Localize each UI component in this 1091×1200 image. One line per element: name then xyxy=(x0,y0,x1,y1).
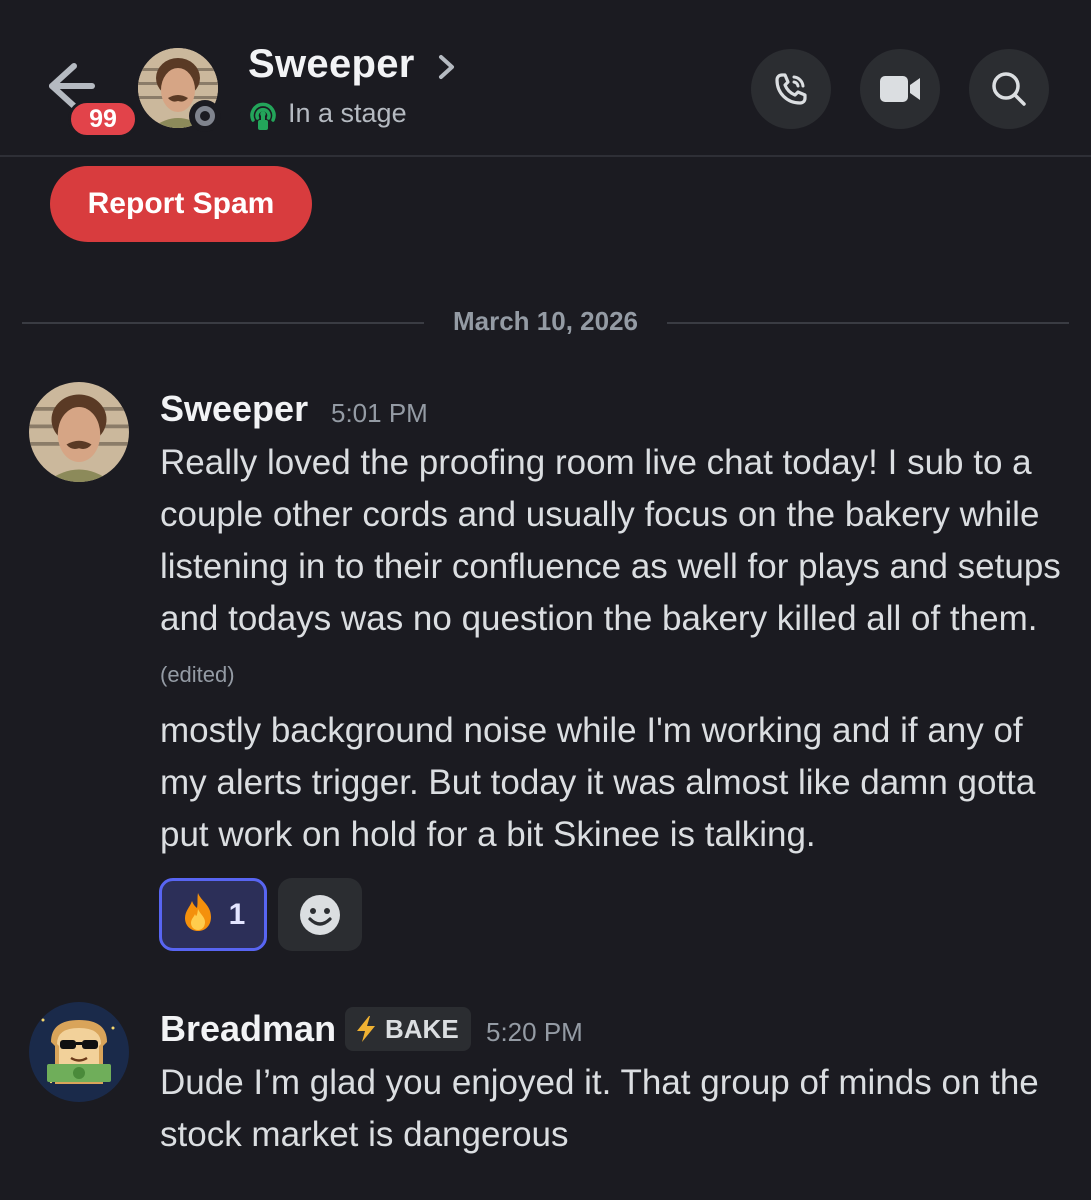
search-button[interactable] xyxy=(969,49,1049,129)
role-label: BAKE xyxy=(385,1013,459,1044)
chevron-right-icon[interactable] xyxy=(436,52,458,82)
offline-status-icon xyxy=(189,100,221,132)
video-camera-icon xyxy=(880,76,920,102)
reaction-fire[interactable]: 1 xyxy=(159,878,267,951)
reaction-count: 1 xyxy=(228,897,246,931)
divider-line-left xyxy=(22,322,424,324)
chat-header: 99 Sweeper In a stage xyxy=(0,0,1091,157)
stage-icon xyxy=(250,102,276,130)
message-timestamp: 5:20 PM xyxy=(486,1017,583,1047)
user-status-text: In a stage xyxy=(288,98,407,128)
message-author-name[interactable]: Breadman xyxy=(160,1008,336,1050)
search-icon xyxy=(992,72,1026,106)
fire-emoji-icon xyxy=(181,891,215,939)
edited-label: (edited) xyxy=(160,662,235,687)
report-spam-button[interactable]: Report Spam xyxy=(50,166,312,242)
message-timestamp: 5:01 PM xyxy=(331,398,428,428)
video-call-button[interactable] xyxy=(860,49,940,129)
phone-icon xyxy=(775,73,807,105)
message-text: Really loved the proofing room live chat… xyxy=(160,437,1070,701)
message-author-avatar[interactable] xyxy=(29,1002,129,1102)
avatar-image xyxy=(29,382,129,482)
lightning-icon xyxy=(357,1016,375,1042)
divider-line-right xyxy=(667,322,1069,324)
smiley-icon xyxy=(300,894,340,935)
message-text: Dude I’m glad you enjoyed it. That group… xyxy=(160,1063,1039,1154)
avatar-image xyxy=(29,1002,129,1102)
role-tag[interactable]: BAKE xyxy=(345,1007,471,1051)
date-divider: March 10, 2026 xyxy=(452,306,638,336)
message-text: mostly background noise while I'm workin… xyxy=(160,711,1036,854)
message-author-name[interactable]: Sweeper xyxy=(160,388,308,430)
message-paragraph: Really loved the proofing room live chat… xyxy=(160,443,1061,638)
voice-call-button[interactable] xyxy=(751,49,831,129)
unread-badge: 99 xyxy=(68,100,138,138)
message-author-avatar[interactable] xyxy=(29,382,129,482)
add-reaction-button[interactable] xyxy=(278,878,362,951)
channel-title[interactable]: Sweeper xyxy=(248,42,415,87)
